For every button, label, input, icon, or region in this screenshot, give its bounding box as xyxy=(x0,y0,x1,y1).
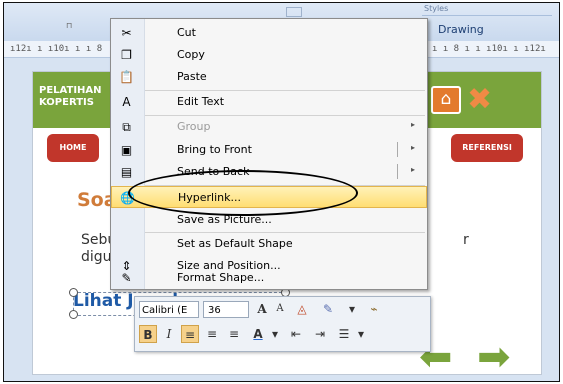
align-right-button[interactable]: ≡ xyxy=(225,325,243,343)
dropdown-icon[interactable]: ▾ xyxy=(355,325,367,343)
ruler-right: ı ı 8 ı ı ı10ı ı ı12ı xyxy=(432,44,546,54)
split-divider xyxy=(397,164,398,179)
menu-item-group[interactable]: ⧉ Group ▸ xyxy=(111,116,427,138)
decrease-indent-icon[interactable]: ⇤ xyxy=(287,325,305,343)
group-icon: ⧉ xyxy=(122,120,131,134)
menu-item-label: Group xyxy=(177,120,211,133)
copy-icon: ❐ xyxy=(121,48,132,62)
home-button[interactable]: HOME xyxy=(47,134,99,162)
slide-header-title: PELATIHAN xyxy=(39,85,102,96)
paste-icon: 📋 xyxy=(119,70,134,84)
ruler-left: ı12ı ı ı10ı ı ı 8 xyxy=(10,44,103,54)
close-icon[interactable]: ✖ xyxy=(467,82,492,117)
ribbon-group-styles[interactable]: Styles xyxy=(424,4,448,13)
bring-to-front-icon: ▣ xyxy=(120,143,133,157)
ribbon-group-drawing[interactable]: Drawing xyxy=(438,23,484,36)
split-divider xyxy=(397,142,398,157)
menu-item-label: Set as Default Shape xyxy=(177,237,293,250)
submenu-arrow-icon[interactable]: ▸ xyxy=(411,165,415,174)
menu-item-label: Bring to Front xyxy=(177,143,252,156)
dialog-launcher-icon[interactable]: ⊓ xyxy=(66,21,72,30)
menu-item-paste[interactable]: 📋 Paste xyxy=(111,66,427,88)
menu-item-label: Copy xyxy=(177,48,205,61)
menu-item-label: Format Shape... xyxy=(177,271,265,284)
font-name-select[interactable]: Calibri (E xyxy=(139,301,199,318)
resize-handle[interactable] xyxy=(69,310,78,319)
center-button[interactable]: ≡ xyxy=(203,325,221,343)
menu-item-cut[interactable]: ✂ Cut xyxy=(111,22,427,44)
menu-item-label: Paste xyxy=(177,70,207,83)
bold-button[interactable]: B xyxy=(139,325,157,343)
submenu-arrow-icon[interactable]: ▸ xyxy=(411,143,415,152)
resize-handle[interactable] xyxy=(69,288,78,297)
menu-item-set-default-shape[interactable]: Set as Default Shape xyxy=(111,233,427,255)
question-text-tail: r xyxy=(463,232,469,248)
align-left-button[interactable]: ≡ xyxy=(181,325,199,343)
ribbon-divider xyxy=(422,15,552,16)
format-shape-icon: ✎ xyxy=(121,271,132,285)
slide-header-subtitle: KOPERTIS xyxy=(39,97,94,108)
menu-item-bring-to-front[interactable]: ▣ Bring to Front ▸ xyxy=(111,139,427,161)
font-color-button[interactable]: A xyxy=(249,325,267,343)
scissors-icon: ✂ xyxy=(121,26,132,40)
highlight-color-icon[interactable]: ◬ xyxy=(293,300,311,318)
line-color-icon[interactable]: ✎ xyxy=(319,300,337,318)
arrow-right-icon[interactable]: ➡ xyxy=(477,334,511,380)
dropdown-icon[interactable]: ▾ xyxy=(269,325,281,343)
format-painter-icon[interactable]: ⌁ xyxy=(365,300,383,318)
increase-indent-icon[interactable]: ⇥ xyxy=(311,325,329,343)
context-menu: ✂ Cut ❐ Copy 📋 Paste A Edit Text ⧉ Group… xyxy=(110,18,428,290)
menu-item-edit-text[interactable]: A Edit Text xyxy=(111,91,427,113)
grow-font-button[interactable]: A xyxy=(255,300,269,318)
bullets-icon[interactable]: ☰ xyxy=(335,325,353,343)
menu-item-copy[interactable]: ❐ Copy xyxy=(111,44,427,66)
home-icon[interactable]: ⌂ xyxy=(431,86,461,114)
edit-text-icon: A xyxy=(122,95,131,109)
dialog-launcher-icon[interactable] xyxy=(286,7,302,17)
dropdown-icon[interactable]: ▾ xyxy=(345,300,359,318)
font-size-select[interactable]: 36 xyxy=(203,301,249,318)
italic-button[interactable]: I xyxy=(161,325,177,343)
menu-item-label: Cut xyxy=(177,26,196,39)
referensi-button[interactable]: REFERENSI xyxy=(451,134,523,162)
submenu-arrow-icon: ▸ xyxy=(411,120,416,129)
send-to-back-icon: ▤ xyxy=(120,165,133,179)
menu-item-format-shape[interactable]: ✎ Format Shape... xyxy=(111,267,427,289)
mini-formatting-toolbar: Calibri (E 36 A A ◬ ✎ ▾ ⌁ B I ≡ ≡ ≡ A ▾ … xyxy=(134,296,431,352)
highlight-annotation-oval xyxy=(128,170,358,216)
shrink-font-button[interactable]: A xyxy=(273,300,287,318)
menu-item-label: Edit Text xyxy=(177,95,225,108)
